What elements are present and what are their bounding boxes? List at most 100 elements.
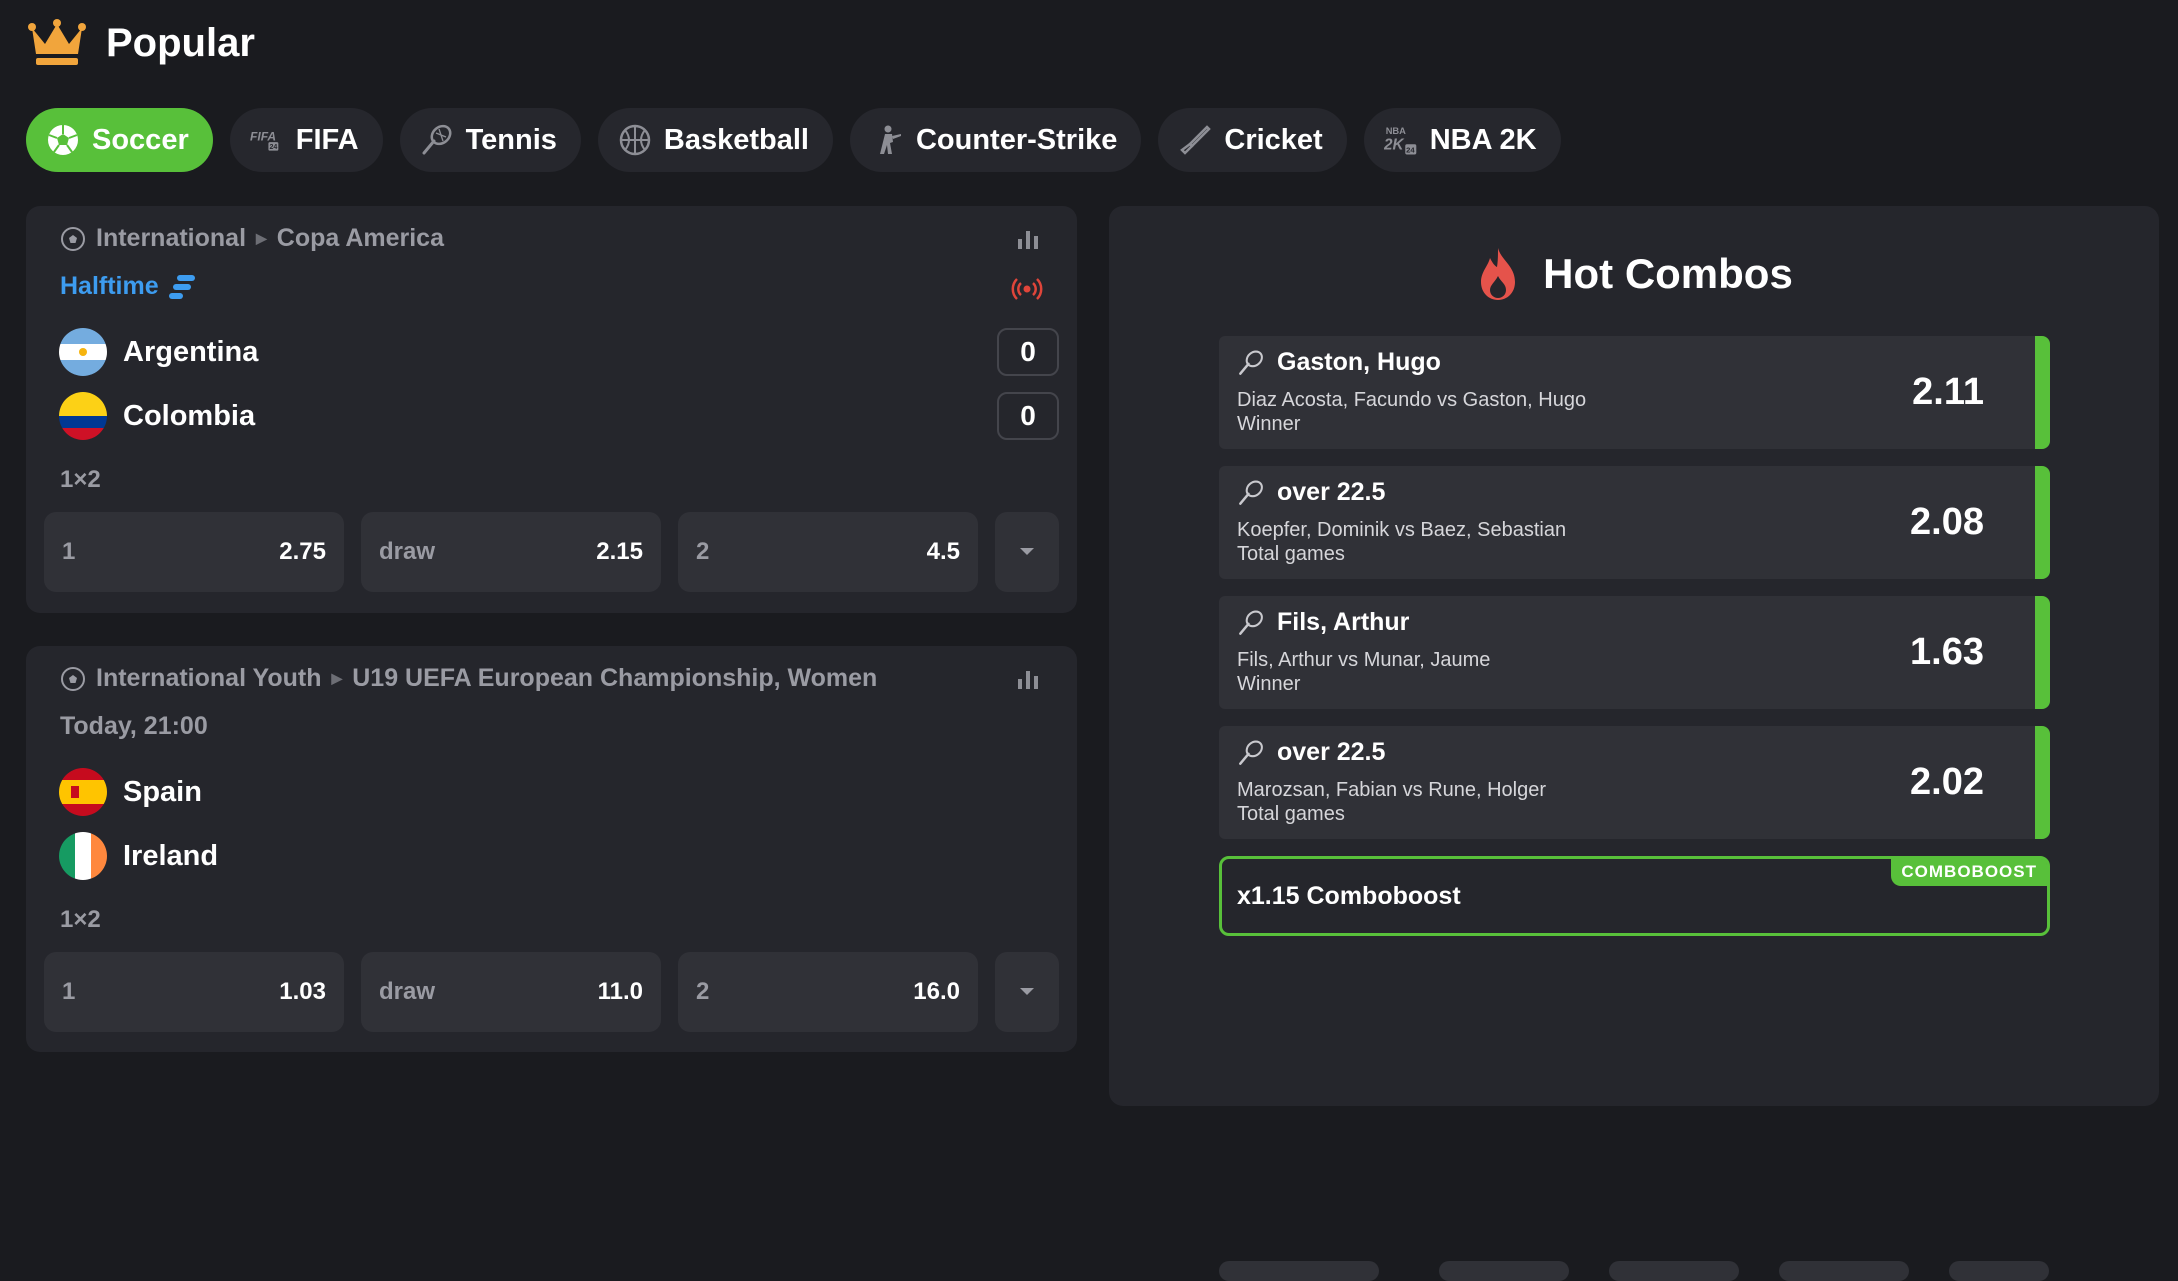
market-label: 1×2: [60, 906, 101, 933]
combo-nav-button[interactable]: [1779, 1261, 1909, 1281]
svg-text:2K: 2K: [1384, 136, 1405, 153]
comboboost-button[interactable]: x1.15 Comboboost COMBOBOOST: [1219, 856, 2050, 936]
pick-market: Winner: [1237, 413, 1301, 435]
breadcrumb: International ▶ Copa America: [60, 224, 444, 253]
combo-nav-button[interactable]: [1609, 1261, 1739, 1281]
combo-pick[interactable]: Fils, Arthur Fils, Arthur vs Munar, Jaum…: [1219, 596, 2050, 709]
sport-tabs: Soccer FIFA 24 FIFA Tennis Basketball Cou…: [26, 108, 1561, 172]
tab-label: Basketball: [663, 123, 809, 156]
soccer-ball-icon: [61, 226, 85, 251]
fifa-24-icon: FIFA 24: [250, 123, 284, 157]
nba-2k-icon: NBA 2K 24: [1384, 123, 1418, 157]
score-away: 0: [997, 392, 1059, 440]
tennis-racket-icon: [1239, 740, 1263, 765]
selection-text: over 22.5: [1277, 478, 1386, 506]
selection-text: Gaston, Hugo: [1277, 348, 1441, 376]
odds-label: draw: [379, 978, 436, 1005]
score-home: 0: [997, 328, 1059, 376]
team-name: Ireland: [123, 839, 219, 872]
soldier-icon: [870, 123, 904, 157]
combo-pick[interactable]: over 22.5 Koepfer, Dominik vs Baez, Seba…: [1219, 466, 2050, 579]
team-away: Colombia: [59, 392, 255, 440]
live-tracker-icon: [168, 274, 195, 299]
match-status: Halftime: [60, 272, 197, 301]
combo-nav-button[interactable]: [1439, 1261, 1569, 1281]
breadcrumb-league[interactable]: U19 UEFA European Championship, Women: [352, 664, 877, 693]
odds-button-away[interactable]: 2 16.0: [678, 952, 978, 1032]
pick-odds: 2.02: [1910, 761, 1984, 803]
chevron-down-icon: [1020, 548, 1034, 555]
team-name: Argentina: [123, 335, 259, 368]
combo-pick[interactable]: over 22.5 Marozsan, Fabian vs Rune, Holg…: [1219, 726, 2050, 839]
pick-event: Koepfer, Dominik vs Baez, Sebastian: [1237, 519, 1567, 541]
odds-label: 2: [696, 978, 710, 1005]
tab-label: NBA 2K: [1429, 123, 1537, 156]
pick-accent-bar: [2035, 726, 2050, 839]
panel-title: Hot Combos: [1543, 250, 1793, 297]
tab-basketball[interactable]: Basketball: [597, 108, 833, 172]
crown-icon: [28, 19, 86, 65]
svg-text:NBA: NBA: [1385, 126, 1405, 136]
pick-selection: over 22.5: [1237, 738, 1385, 767]
stats-icon[interactable]: [1015, 226, 1041, 252]
odds-button-home[interactable]: 1 1.03: [44, 952, 344, 1032]
section-header: Popular: [28, 18, 255, 68]
flag-ireland-icon: [59, 832, 107, 880]
tab-soccer[interactable]: Soccer: [26, 108, 213, 172]
live-broadcast-icon: [1011, 278, 1043, 300]
odds-button-away[interactable]: 2 4.5: [678, 512, 978, 592]
odds-label: 1: [62, 538, 76, 565]
comboboost-badge: COMBOBOOST: [1891, 859, 2047, 886]
odds-label: 2: [696, 538, 710, 565]
selection-text: over 22.5: [1277, 738, 1386, 766]
pick-selection: Gaston, Hugo: [1237, 348, 1441, 377]
pick-accent-bar: [2035, 596, 2050, 709]
flag-colombia-icon: [59, 392, 107, 440]
hot-combos-panel: Hot Combos Gaston, Hugo Diaz Acosta, Fac…: [1109, 206, 2159, 1281]
tab-fifa[interactable]: FIFA 24 FIFA: [229, 108, 383, 172]
svg-text:FIFA: FIFA: [250, 130, 276, 144]
breadcrumb-league[interactable]: Copa America: [277, 224, 444, 253]
combo-pick[interactable]: Gaston, Hugo Diaz Acosta, Facundo vs Gas…: [1219, 336, 2050, 449]
selection-text: Fils, Arthur: [1277, 608, 1410, 636]
odds-value: 11.0: [597, 978, 643, 1005]
breadcrumb-region[interactable]: International Youth: [96, 664, 321, 693]
pick-event: Diaz Acosta, Facundo vs Gaston, Hugo: [1237, 389, 1587, 411]
team-home: Argentina: [59, 328, 258, 376]
odds-value: 2.15: [596, 538, 643, 565]
pick-event: Fils, Arthur vs Munar, Jaume: [1237, 649, 1491, 671]
more-markets-button[interactable]: [995, 952, 1059, 1032]
page-title: Popular: [106, 20, 255, 65]
tab-tennis[interactable]: Tennis: [399, 108, 581, 172]
combo-nav-button[interactable]: [1219, 1261, 1379, 1281]
svg-text:24: 24: [1406, 146, 1415, 155]
more-markets-button[interactable]: [995, 512, 1059, 592]
tab-label: Tennis: [465, 123, 557, 156]
tab-counter-strike[interactable]: Counter-Strike: [849, 108, 1142, 172]
pick-details: Fils, Arthur vs Munar, Jaume Winner: [1237, 648, 1490, 696]
breadcrumb-region[interactable]: International: [96, 224, 246, 253]
tab-cricket[interactable]: Cricket: [1158, 108, 1347, 172]
pick-accent-bar: [2035, 466, 2050, 579]
odds-button-draw[interactable]: draw 11.0: [361, 952, 661, 1032]
team-name: Spain: [123, 775, 202, 808]
breadcrumb: International Youth ▶ U19 UEFA European …: [60, 664, 877, 693]
team-name: Colombia: [123, 399, 256, 432]
match-card: International ▶ Copa America Halftime Ar…: [26, 206, 1077, 613]
combo-nav-button[interactable]: [1949, 1261, 2049, 1281]
stats-icon[interactable]: [1015, 666, 1041, 692]
odds-label: 1: [62, 978, 76, 1005]
tennis-racket-icon: [420, 123, 454, 157]
cricket-bat-icon: [1178, 123, 1212, 157]
tennis-racket-icon: [1239, 480, 1263, 505]
odds-label: draw: [379, 538, 436, 565]
tennis-racket-icon: [1239, 610, 1263, 635]
odds-row: 1 2.75 draw 2.15 2 4.5: [44, 512, 1059, 592]
tab-nba-2k[interactable]: NBA 2K 24 NBA 2K: [1363, 108, 1561, 172]
tab-label: FIFA: [295, 123, 359, 156]
odds-button-home[interactable]: 1 2.75: [44, 512, 344, 592]
market-label: 1×2: [60, 466, 101, 493]
tennis-racket-icon: [1239, 350, 1263, 375]
pick-odds: 1.63: [1910, 631, 1984, 673]
odds-button-draw[interactable]: draw 2.15: [361, 512, 661, 592]
